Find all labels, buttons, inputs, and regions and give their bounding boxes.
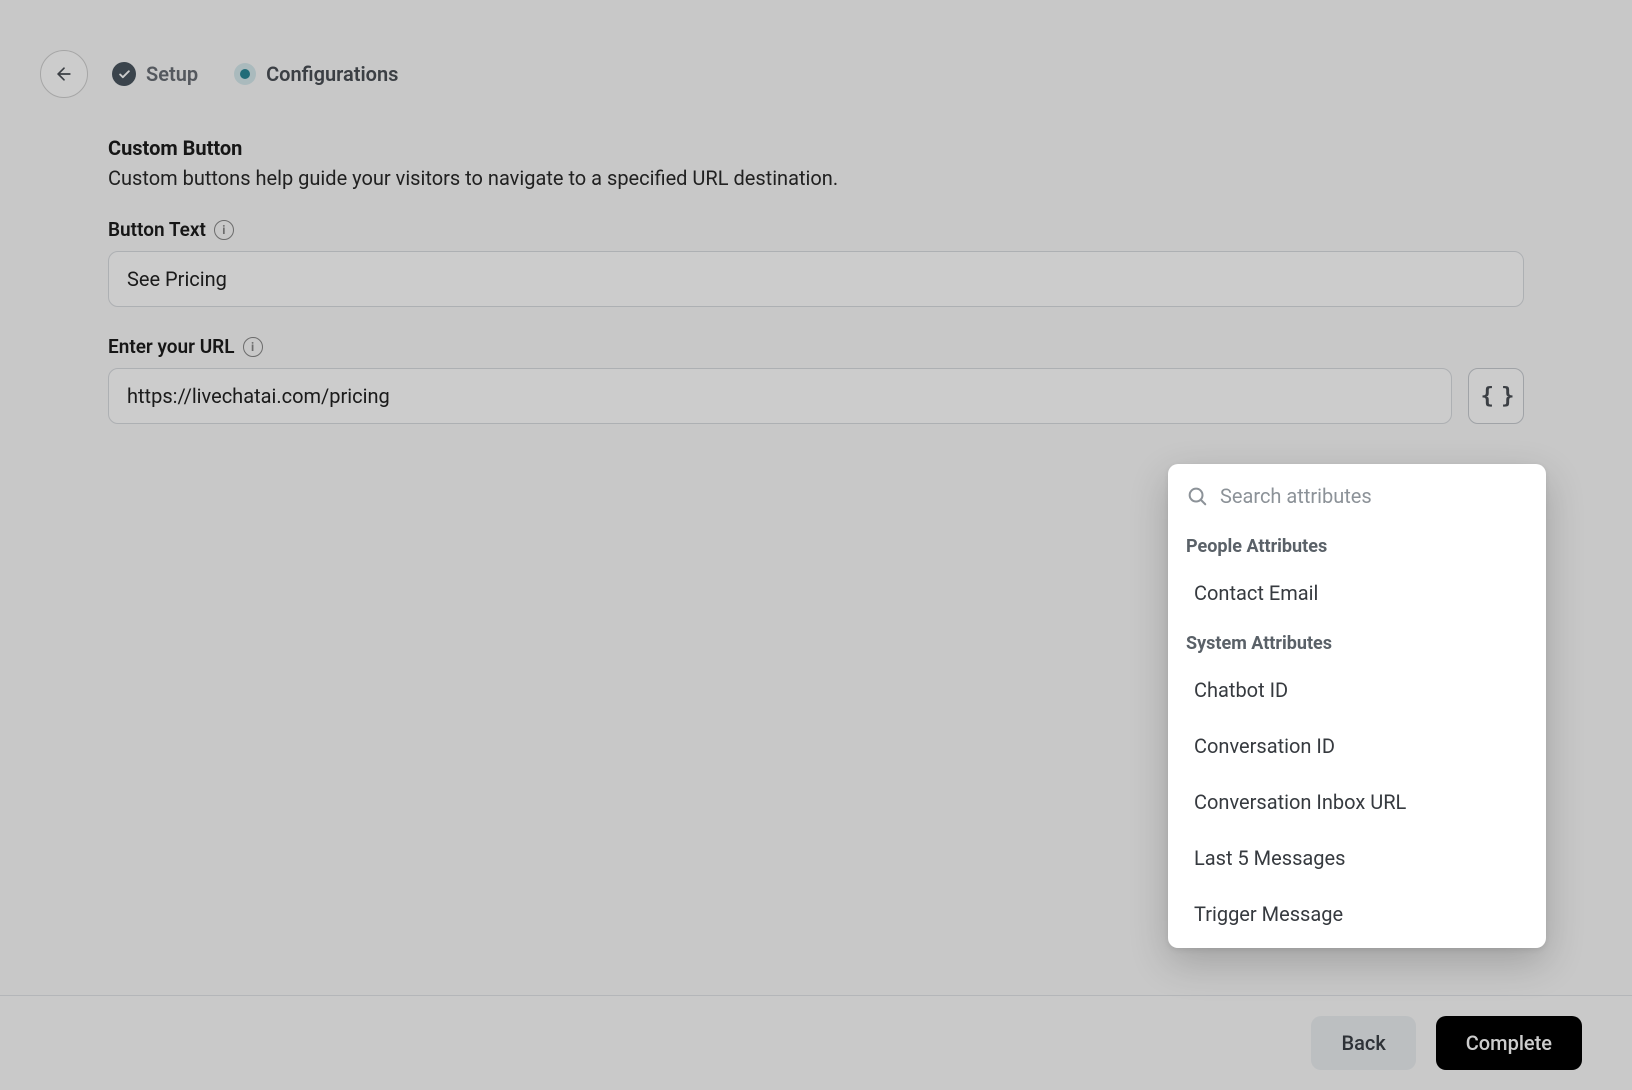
section-description: Custom buttons help guide your visitors … [108, 166, 1524, 190]
attribute-item-contact-email[interactable]: Contact Email [1168, 565, 1546, 621]
attributes-search-input[interactable] [1220, 484, 1528, 508]
info-icon[interactable]: i [243, 337, 263, 357]
step-label: Configurations [266, 62, 398, 86]
arrow-left-icon [54, 64, 74, 84]
search-icon [1186, 485, 1208, 507]
braces-icon: { } [1481, 384, 1512, 409]
check-circle-icon [112, 62, 136, 86]
step-label: Setup [146, 62, 198, 86]
attributes-group-title: System Attributes [1168, 621, 1546, 662]
step-setup[interactable]: Setup [112, 62, 198, 86]
info-icon[interactable]: i [214, 220, 234, 240]
step-configurations[interactable]: Configurations [234, 62, 398, 86]
url-label: Enter your URL i [108, 335, 1524, 358]
url-input[interactable] [108, 368, 1452, 424]
attribute-item-conversation-id[interactable]: Conversation ID [1168, 718, 1546, 774]
dot-circle-icon [234, 63, 256, 85]
button-text-label: Button Text i [108, 218, 1524, 241]
attributes-group-title: People Attributes [1168, 524, 1546, 565]
content: Custom Button Custom buttons help guide … [0, 118, 1632, 424]
section-title: Custom Button [108, 136, 1524, 160]
wizard-header: Setup Configurations [0, 0, 1632, 118]
button-text-input[interactable] [108, 251, 1524, 307]
attributes-popover: People Attributes Contact Email System A… [1168, 464, 1546, 948]
attribute-item-conversation-inbox-url[interactable]: Conversation Inbox URL [1168, 774, 1546, 830]
attribute-item-last-5-messages[interactable]: Last 5 Messages [1168, 830, 1546, 886]
back-button[interactable] [40, 50, 88, 98]
steps: Setup Configurations [112, 62, 398, 86]
insert-attribute-button[interactable]: { } [1468, 368, 1524, 424]
complete-button[interactable]: Complete [1436, 1016, 1582, 1070]
attributes-search-row [1168, 478, 1546, 524]
footer: Back Complete [0, 995, 1632, 1090]
back-button-footer[interactable]: Back [1311, 1016, 1415, 1070]
attribute-item-trigger-message[interactable]: Trigger Message [1168, 886, 1546, 942]
attribute-item-chatbot-id[interactable]: Chatbot ID [1168, 662, 1546, 718]
